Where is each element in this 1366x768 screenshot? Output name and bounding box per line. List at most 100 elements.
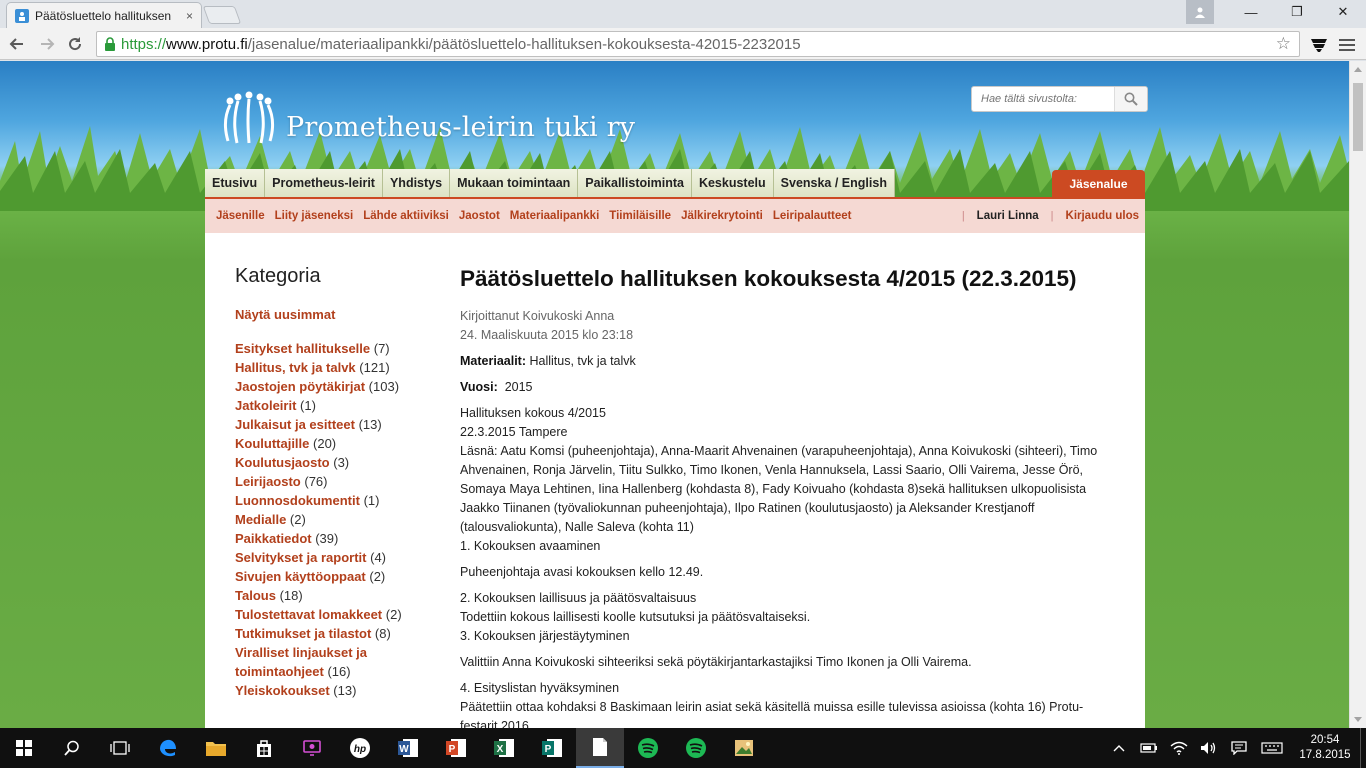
category-link[interactable]: Tulostettavat lomakkeet (235, 607, 382, 622)
keyboard-icon[interactable] (1254, 728, 1290, 768)
forward-button[interactable] (36, 33, 58, 55)
volume-icon[interactable] (1194, 728, 1224, 768)
user-profile-icon[interactable] (1186, 0, 1214, 24)
category-link[interactable]: Luonnosdokumentit (235, 493, 360, 508)
notification-icon[interactable] (1224, 728, 1254, 768)
user-name[interactable]: Lauri Linna (977, 210, 1039, 222)
subnav-leiripalautteet[interactable]: Leiripalautteet (773, 210, 852, 222)
sidebar-title: Kategoria (235, 265, 321, 287)
subnav-lahde-aktiiviksi[interactable]: Lähde aktiiviksi (363, 210, 449, 222)
scroll-down-icon[interactable] (1354, 717, 1362, 722)
category-count: (1) (300, 398, 316, 413)
scroll-up-icon[interactable] (1354, 67, 1362, 72)
nav-jasenalue[interactable]: Jäsenalue (1052, 170, 1145, 197)
word-app-icon[interactable]: W (384, 728, 432, 768)
wifi-icon[interactable] (1164, 728, 1194, 768)
site-name: Prometheus-leirin tuki ry (286, 111, 636, 143)
subnav-tiimilaisille[interactable]: Tiimiläisille (609, 210, 671, 222)
subnav-jaostot[interactable]: Jaostot (459, 210, 500, 222)
svg-text:P: P (545, 744, 552, 755)
site-search-input[interactable] (972, 87, 1114, 111)
article-title: Päätösluettelo hallituksen kokouksesta 4… (460, 266, 1077, 291)
search-icon[interactable] (48, 728, 96, 768)
page-scrollbar[interactable] (1349, 61, 1366, 728)
edge-browser-icon[interactable] (144, 728, 192, 768)
spotify-icon[interactable] (672, 728, 720, 768)
subnav-jasenille[interactable]: Jäsenille (216, 210, 265, 222)
url-text: https://www.protu.fi/jasenalue/materiaal… (121, 36, 801, 53)
agenda-text-3: Valittiin Anna Koivukoski sihteeriksi se… (460, 655, 972, 669)
category-link[interactable]: Koulutusjaosto (235, 455, 330, 470)
category-link[interactable]: Hallitus, tvk ja talvk (235, 360, 356, 375)
publisher-app-icon[interactable]: P (528, 728, 576, 768)
materials-label: Materiaalit: (460, 354, 526, 368)
nav-paikallistoiminta[interactable]: Paikallistoiminta (578, 169, 692, 197)
store-icon[interactable] (240, 728, 288, 768)
url-bar[interactable]: https://www.protu.fi/jasenalue/materiaal… (96, 31, 1300, 57)
notepad-document-icon[interactable] (576, 728, 624, 768)
hp-app-icon[interactable]: hp (336, 728, 384, 768)
photo-app-icon[interactable] (720, 728, 768, 768)
category-link[interactable]: Selvitykset ja raportit (235, 550, 367, 565)
category-link[interactable]: Jaostojen pöytäkirjat (235, 379, 365, 394)
category-count: (16) (327, 664, 351, 679)
start-windows-icon[interactable] (0, 728, 48, 768)
system-clock[interactable]: 20:54 17.8.2015 (1290, 733, 1360, 763)
back-button[interactable] (6, 33, 28, 55)
menu-icon[interactable] (1336, 34, 1358, 56)
category-link[interactable]: Medialle (235, 512, 286, 527)
agenda-item-2: 2. Kokouksen laillisuus ja päätösvaltais… (460, 591, 697, 605)
powerpoint-app-icon[interactable]: P (432, 728, 480, 768)
new-tab-button[interactable] (202, 6, 242, 24)
subnav-jalkirekrytointi[interactable]: Jälkirekrytointi (681, 210, 763, 222)
category-count: (4) (370, 550, 387, 565)
category-item: Leirijaosto (76) (235, 472, 425, 491)
category-item: Yleiskokoukset (13) (235, 681, 425, 700)
category-link[interactable]: Yleiskokoukset (235, 683, 330, 698)
nav-prometheus-leirit[interactable]: Prometheus-leirit (265, 169, 383, 197)
category-count: (20) (313, 436, 337, 451)
nav-yhdistys[interactable]: Yhdistys (382, 169, 451, 197)
category-link[interactable]: Tutkimukset ja tilastot (235, 626, 371, 641)
category-link[interactable]: Sivujen käyttöoppaat (235, 569, 366, 584)
category-item: Tutkimukset ja tilastot (8) (235, 624, 425, 643)
show-desktop-button[interactable] (1360, 728, 1366, 768)
subnav-materiaalipankki[interactable]: Materiaalipankki (510, 210, 599, 222)
minimize-button[interactable]: — (1228, 0, 1274, 24)
browser-tab[interactable]: Päätösluettelo hallituksen × (6, 2, 202, 28)
agenda-text-1: Puheenjohtaja avasi kokouksen kello 12.4… (460, 565, 704, 579)
category-link[interactable]: Kouluttajille (235, 436, 309, 451)
category-link[interactable]: Jatkoleirit (235, 398, 296, 413)
maximize-button[interactable]: ❐ (1274, 0, 1320, 24)
battery-icon[interactable] (1134, 728, 1164, 768)
scrollbar-thumb[interactable] (1353, 83, 1363, 151)
reload-button[interactable] (64, 33, 86, 55)
logout-link[interactable]: Kirjaudu ulos (1066, 210, 1139, 222)
task-view-icon[interactable] (96, 728, 144, 768)
category-link[interactable]: Esitykset hallitukselle (235, 341, 370, 356)
category-link[interactable]: Leirijaosto (235, 474, 301, 489)
chevron-up-icon[interactable] (1104, 728, 1134, 768)
search-icon[interactable] (1114, 87, 1147, 111)
show-newest-link[interactable]: Näytä uusimmat (235, 307, 425, 322)
category-count: (3) (333, 455, 350, 470)
nav-etusivu[interactable]: Etusivu (205, 169, 266, 197)
file-explorer-icon[interactable] (192, 728, 240, 768)
nav-svenska-english[interactable]: Svenska / English (773, 169, 895, 197)
category-link[interactable]: Paikkatiedot (235, 531, 312, 546)
extension-icon[interactable] (1308, 34, 1330, 56)
tab-close-icon[interactable]: × (186, 9, 193, 23)
connect-app-icon[interactable] (288, 728, 336, 768)
subnav-liity-jaseneksi[interactable]: Liity jäseneksi (275, 210, 354, 222)
category-link[interactable]: Julkaisut ja esitteet (235, 417, 355, 432)
bookmark-star-icon[interactable]: ☆ (1276, 34, 1291, 54)
nav-keskustelu[interactable]: Keskustelu (691, 169, 774, 197)
close-window-button[interactable]: ✕ (1320, 0, 1366, 24)
site-logo[interactable]: Prometheus-leirin tuki ry (220, 91, 635, 145)
nav-mukaan-toimintaan[interactable]: Mukaan toimintaan (450, 169, 579, 197)
spotify-icon[interactable] (624, 728, 672, 768)
excel-app-icon[interactable]: X (480, 728, 528, 768)
category-item: Jaostojen pöytäkirjat (103) (235, 377, 425, 396)
content-area: Kategoria Näytä uusimmat Esitykset halli… (205, 233, 1145, 728)
category-link[interactable]: Talous (235, 588, 276, 603)
